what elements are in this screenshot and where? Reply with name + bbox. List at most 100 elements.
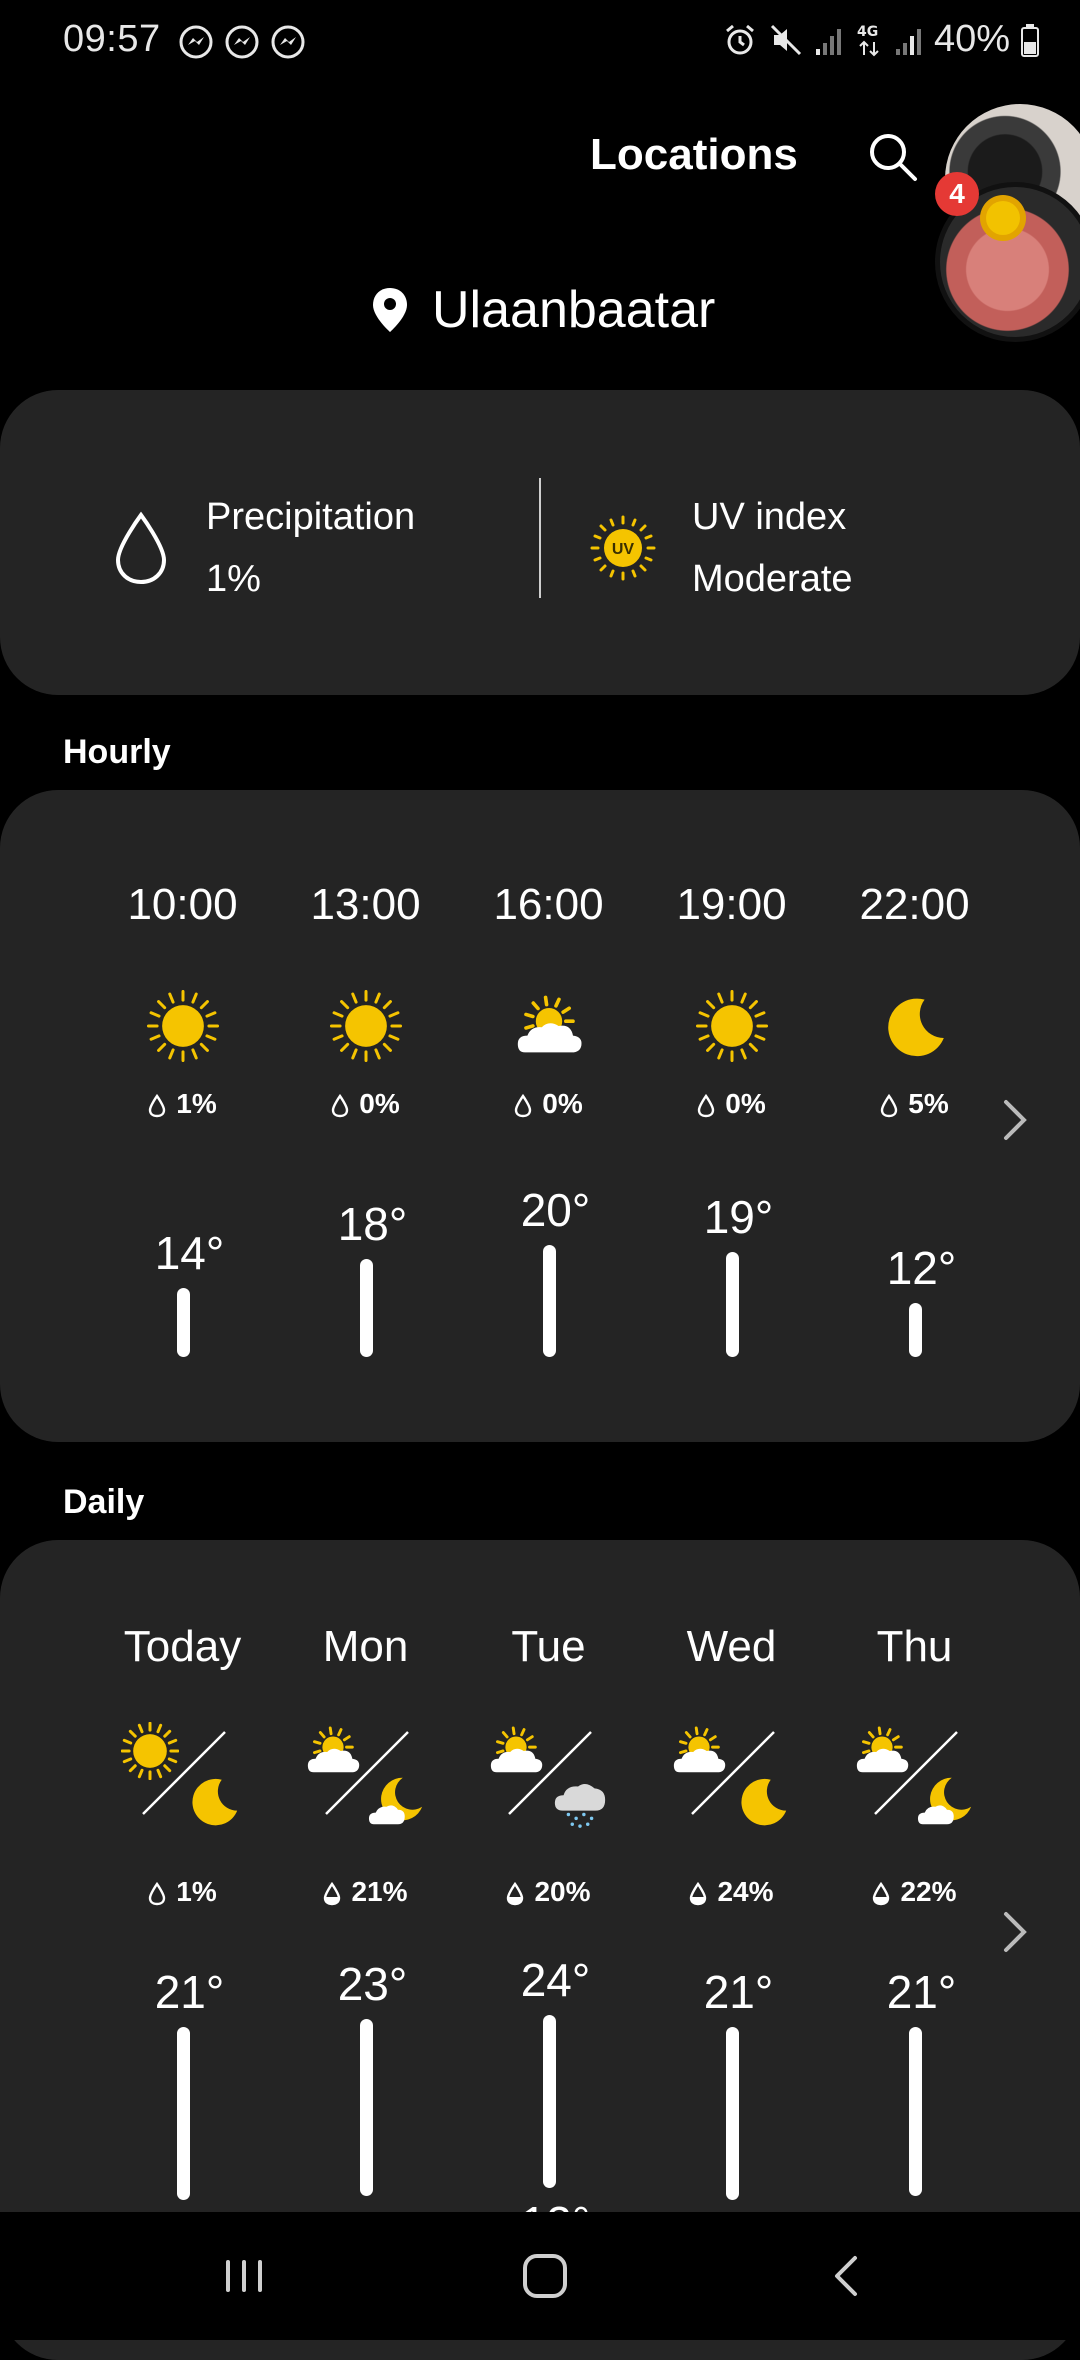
sun-icon xyxy=(329,989,402,1067)
notification-badge: 4 xyxy=(935,172,979,216)
hourly-item[interactable]: 13:00 0% 18° xyxy=(274,790,457,1442)
hourly-temperature: 14° xyxy=(154,1227,225,1280)
hourly-precipitation: 0% xyxy=(457,1088,640,1120)
daily-precipitation: 24% xyxy=(640,1876,823,1908)
signal-icon xyxy=(894,23,924,57)
day-night-icon xyxy=(853,1722,977,1862)
precipitation-label: Precipitation xyxy=(206,496,416,538)
daily-next-chevron-icon[interactable] xyxy=(1000,1910,1030,1954)
daily-day: Today xyxy=(123,1622,242,1671)
daily-precipitation-value: 24% xyxy=(717,1876,774,1907)
partly-cloudy-night-icon xyxy=(368,1772,426,1835)
hourly-time: 13:00 xyxy=(310,880,421,929)
location-name: Ulaanbaatar xyxy=(432,281,716,339)
daily-high-temperature: 23° xyxy=(337,1958,408,2010)
daily-high-temperature: 21° xyxy=(886,1966,957,2018)
search-button[interactable] xyxy=(866,130,920,184)
hourly-precipitation: 0% xyxy=(274,1088,457,1120)
hourly-time: 16:00 xyxy=(493,880,604,929)
status-time: 09:57 xyxy=(63,18,161,60)
messenger-icon xyxy=(178,24,214,60)
mute-icon xyxy=(768,22,804,58)
hourly-item[interactable]: 16:00 0% 20° xyxy=(457,790,640,1442)
sun-icon xyxy=(695,989,768,1067)
temperature-bar xyxy=(359,1259,373,1357)
daily-day: Wed xyxy=(686,1622,777,1671)
hourly-time: 22:00 xyxy=(859,880,970,929)
alarm-icon xyxy=(722,22,758,58)
daily-precipitation: 20% xyxy=(457,1876,640,1908)
back-icon xyxy=(815,2244,879,2308)
daily-heading: Daily xyxy=(63,1483,145,1521)
hourly-precipitation-value: 5% xyxy=(908,1088,949,1119)
hourly-temperature: 18° xyxy=(337,1198,408,1251)
battery-icon xyxy=(1020,22,1040,58)
hourly-temperature: 20° xyxy=(520,1184,591,1236)
uv-value: Moderate xyxy=(692,558,853,600)
location-pin-icon xyxy=(370,286,410,334)
hourly-heading: Hourly xyxy=(63,733,171,771)
battery-percent: 40% xyxy=(933,18,1010,60)
uv-label: UV index xyxy=(692,496,847,538)
uv-icon-text: UV xyxy=(612,541,635,558)
hourly-temperature: 12° xyxy=(886,1241,957,1294)
moon-icon xyxy=(879,990,951,1067)
daily-precipitation: 22% xyxy=(823,1876,1006,1908)
hourly-next-chevron-icon[interactable] xyxy=(1000,1098,1030,1142)
water-drop-icon xyxy=(148,1088,176,1119)
hourly-time: 19:00 xyxy=(676,880,787,929)
daily-high-temperature: 21° xyxy=(703,1966,774,2018)
recent-apps-button[interactable] xyxy=(212,2244,276,2308)
hourly-item[interactable]: 19:00 0% 19° xyxy=(640,790,823,1442)
temperature-range-bar xyxy=(542,2015,556,2188)
locations-button[interactable]: Locations xyxy=(590,130,798,180)
hourly-precipitation-value: 0% xyxy=(359,1088,400,1119)
back-button[interactable] xyxy=(815,2244,879,2308)
water-drop-icon xyxy=(689,1876,717,1907)
uv-sun-icon: UV xyxy=(590,515,656,581)
moon-icon xyxy=(734,1772,792,1835)
hourly-temperature: 19° xyxy=(703,1191,774,1244)
temperature-range-bar xyxy=(359,2019,373,2196)
water-drop-icon xyxy=(112,510,170,586)
sun-icon xyxy=(146,989,219,1067)
temperature-range-bar xyxy=(725,2027,739,2200)
temperature-range-bar xyxy=(908,2027,922,2196)
water-drop-icon xyxy=(514,1088,542,1119)
water-drop-icon xyxy=(506,1876,534,1907)
hourly-item[interactable]: 10:00 1% 14° xyxy=(91,790,274,1442)
moon-icon xyxy=(185,1772,243,1835)
location-title: Ulaanbaatar xyxy=(370,280,715,340)
hourly-forecast-card[interactable]: 10:00 1% 14° 13:00 0% 18° 16:00 0% 20° 19:00 0% 19°… xyxy=(0,790,1080,1442)
floating-chat-heads[interactable]: 4 xyxy=(935,104,1080,344)
water-drop-icon xyxy=(697,1088,725,1119)
uv-index-block: UV UV index Moderate xyxy=(590,486,853,610)
temperature-bar xyxy=(725,1252,739,1357)
hourly-precipitation: 1% xyxy=(91,1088,274,1120)
water-drop-icon xyxy=(331,1088,359,1119)
daily-precipitation-value: 22% xyxy=(900,1876,957,1907)
day-night-icon xyxy=(304,1722,428,1862)
signal-icon xyxy=(814,23,844,57)
svg-text:4G: 4G xyxy=(857,24,878,40)
daily-high-temperature: 24° xyxy=(520,1954,591,2006)
4g-icon: 4G xyxy=(854,22,884,58)
home-button[interactable] xyxy=(513,2244,577,2308)
day-night-icon xyxy=(670,1722,794,1862)
day-night-icon xyxy=(487,1722,611,1862)
daily-precipitation-value: 21% xyxy=(351,1876,408,1907)
temperature-range-bar xyxy=(176,2027,190,2200)
water-drop-icon xyxy=(148,1876,176,1907)
search-icon xyxy=(866,130,920,184)
messenger-icon xyxy=(270,24,306,60)
status-bar: 09:57 4G 40% xyxy=(0,0,1080,86)
navigation-bar xyxy=(0,2212,1080,2340)
rain-icon xyxy=(551,1772,609,1835)
daily-precipitation-value: 20% xyxy=(534,1876,591,1907)
daily-high-temperature: 21° xyxy=(154,1966,225,2018)
hourly-precipitation-value: 0% xyxy=(725,1088,766,1119)
system-icons: 4G 40% xyxy=(722,18,1040,61)
hourly-precipitation-value: 1% xyxy=(176,1088,217,1119)
hourly-precipitation: 0% xyxy=(640,1088,823,1120)
hourly-item[interactable]: 22:00 5% 12° xyxy=(823,790,1006,1442)
